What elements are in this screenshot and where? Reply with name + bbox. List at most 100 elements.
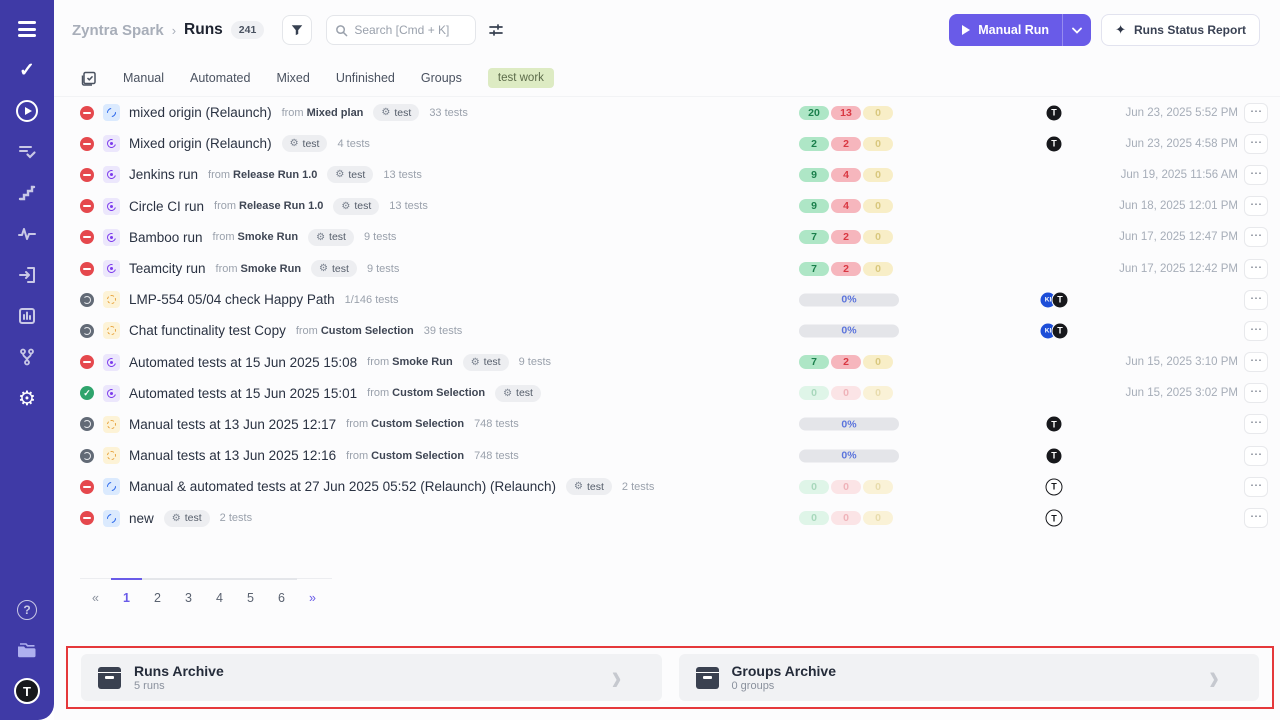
pagination-page-5[interactable]: 5 (235, 578, 266, 605)
run-name[interactable]: Manual & automated tests at 27 Jun 2025 … (129, 479, 556, 494)
select-runs-icon[interactable] (80, 70, 97, 87)
run-row[interactable]: Automated tests at 15 Jun 2025 15:01 fro… (54, 378, 1280, 409)
tab-unfinished[interactable]: Unfinished (336, 71, 395, 85)
avatar-t[interactable]: T (1046, 135, 1063, 152)
reports-icon[interactable] (15, 304, 39, 328)
run-tag-badge[interactable]: ⚙test (333, 198, 379, 215)
run-row[interactable]: new ⚙test 2 tests 000 T ⋯ (54, 502, 1280, 533)
tab-automated[interactable]: Automated (190, 71, 250, 85)
milestones-icon[interactable] (15, 181, 39, 205)
avatar-t[interactable]: T (1046, 416, 1063, 433)
row-menu-button[interactable]: ⋯ (1244, 290, 1268, 310)
avatar-t[interactable]: T (1046, 510, 1063, 527)
avatar-t[interactable]: T (1046, 104, 1063, 121)
pagination-page-6[interactable]: 6 (266, 578, 297, 605)
run-row[interactable]: Automated tests at 15 Jun 2025 15:08 fro… (54, 347, 1280, 378)
run-row[interactable]: Chat functinality test Copy fromCustom S… (54, 315, 1280, 346)
row-menu-button[interactable]: ⋯ (1244, 414, 1268, 434)
run-name[interactable]: Chat functinality test Copy (129, 323, 286, 338)
pagination-page-1[interactable]: 1 (111, 578, 142, 605)
run-row[interactable]: Circle CI run fromRelease Run 1.0 ⚙test … (54, 191, 1280, 222)
avatar-t[interactable]: T (1046, 447, 1063, 464)
row-menu-button[interactable]: ⋯ (1244, 165, 1268, 185)
run-tag-badge[interactable]: ⚙test (327, 166, 373, 183)
tab-groups[interactable]: Groups (421, 71, 462, 85)
row-menu-button[interactable]: ⋯ (1244, 321, 1268, 341)
pagination-page-4[interactable]: 4 (204, 578, 235, 605)
run-name[interactable]: Automated tests at 15 Jun 2025 15:08 (129, 355, 357, 370)
breadcrumb-project[interactable]: Zyntra Spark (72, 22, 164, 39)
search-input[interactable] (354, 23, 464, 37)
avatar-t[interactable]: T (1046, 478, 1063, 495)
groups-archive-card[interactable]: Groups Archive 0 groups › (679, 654, 1260, 701)
runs-archive-card[interactable]: Runs Archive 5 runs › (81, 654, 662, 701)
help-icon[interactable]: ? (15, 598, 39, 622)
pagination-page-3[interactable]: 3 (173, 578, 204, 605)
integrations-icon[interactable] (15, 345, 39, 369)
row-menu-button[interactable]: ⋯ (1244, 227, 1268, 247)
run-name[interactable]: Circle CI run (129, 199, 204, 214)
run-name[interactable]: mixed origin (Relaunch) (129, 105, 272, 120)
pagination-page-2[interactable]: 2 (142, 578, 173, 605)
row-menu-button[interactable]: ⋯ (1244, 352, 1268, 372)
search-box[interactable] (326, 15, 476, 45)
run-tag-badge[interactable]: ⚙test (463, 354, 509, 371)
run-tag-badge[interactable]: ⚙test (164, 510, 210, 527)
run-row[interactable]: Manual tests at 13 Jun 2025 12:16 fromCu… (54, 440, 1280, 471)
run-row[interactable]: Bamboo run fromSmoke Run ⚙test 9 tests 7… (54, 222, 1280, 253)
row-menu-button[interactable]: ⋯ (1244, 383, 1268, 403)
runs-icon[interactable] (15, 99, 39, 123)
run-tag-badge[interactable]: ⚙test (373, 104, 419, 121)
run-name[interactable]: Bamboo run (129, 230, 203, 245)
run-name[interactable]: LMP-554 05/04 check Happy Path (129, 292, 335, 307)
run-row[interactable]: Manual tests at 13 Jun 2025 12:17 fromCu… (54, 409, 1280, 440)
test-cases-icon[interactable]: ✓ (15, 58, 39, 82)
manual-run-dropdown[interactable] (1063, 14, 1091, 46)
pagination-prev[interactable]: « (80, 578, 111, 605)
gear-icon: ⚙ (471, 357, 480, 368)
run-name[interactable]: Teamcity run (129, 261, 206, 276)
manual-run-button[interactable]: Manual Run (949, 14, 1091, 46)
tab-manual[interactable]: Manual (123, 71, 164, 85)
run-name[interactable]: Automated tests at 15 Jun 2025 15:01 (129, 386, 357, 401)
defects-icon[interactable] (15, 222, 39, 246)
run-tag-badge[interactable]: ⚙test (311, 260, 357, 277)
run-row[interactable]: Teamcity run fromSmoke Run ⚙test 9 tests… (54, 253, 1280, 284)
filter-button[interactable] (282, 15, 312, 45)
run-tag-badge[interactable]: ⚙test (495, 385, 541, 402)
row-menu-button[interactable]: ⋯ (1244, 259, 1268, 279)
avatar-t[interactable]: T (1052, 291, 1069, 308)
run-results: 720 (799, 262, 899, 276)
run-row[interactable]: Manual & automated tests at 27 Jun 2025 … (54, 471, 1280, 502)
run-row[interactable]: Mixed origin (Relaunch) ⚙test 4 tests 22… (54, 128, 1280, 159)
run-name[interactable]: Mixed origin (Relaunch) (129, 136, 272, 151)
run-name[interactable]: new (129, 511, 154, 526)
active-filter-tag[interactable]: test work (488, 68, 554, 88)
menu-toggle-icon[interactable] (15, 17, 39, 41)
settings-icon[interactable]: ⚙ (15, 386, 39, 410)
run-row[interactable]: mixed origin (Relaunch) fromMixed plan ⚙… (54, 97, 1280, 128)
run-name[interactable]: Manual tests at 13 Jun 2025 12:16 (129, 448, 336, 463)
runs-status-report-button[interactable]: ✦ Runs Status Report (1101, 14, 1260, 46)
run-tag-badge[interactable]: ⚙test (282, 135, 328, 152)
row-menu-button[interactable]: ⋯ (1244, 446, 1268, 466)
run-name[interactable]: Jenkins run (129, 167, 198, 182)
row-menu-button[interactable]: ⋯ (1244, 196, 1268, 216)
shared-steps-icon[interactable] (15, 140, 39, 164)
tab-mixed[interactable]: Mixed (276, 71, 309, 85)
user-avatar[interactable]: T (14, 678, 40, 704)
avatar-t[interactable]: T (1052, 322, 1069, 339)
projects-folder-icon[interactable] (15, 638, 39, 662)
row-menu-button[interactable]: ⋯ (1244, 103, 1268, 123)
run-name[interactable]: Manual tests at 13 Jun 2025 12:17 (129, 417, 336, 432)
run-tag-badge[interactable]: ⚙test (308, 229, 354, 246)
run-tag-badge[interactable]: ⚙test (566, 478, 612, 495)
display-settings-icon[interactable] (488, 22, 504, 38)
pagination-next[interactable]: » (297, 578, 328, 605)
row-menu-button[interactable]: ⋯ (1244, 508, 1268, 528)
run-row[interactable]: Jenkins run fromRelease Run 1.0 ⚙test 13… (54, 159, 1280, 190)
row-menu-button[interactable]: ⋯ (1244, 134, 1268, 154)
run-row[interactable]: LMP-554 05/04 check Happy Path 1/146 tes… (54, 284, 1280, 315)
imports-icon[interactable] (15, 263, 39, 287)
row-menu-button[interactable]: ⋯ (1244, 477, 1268, 497)
